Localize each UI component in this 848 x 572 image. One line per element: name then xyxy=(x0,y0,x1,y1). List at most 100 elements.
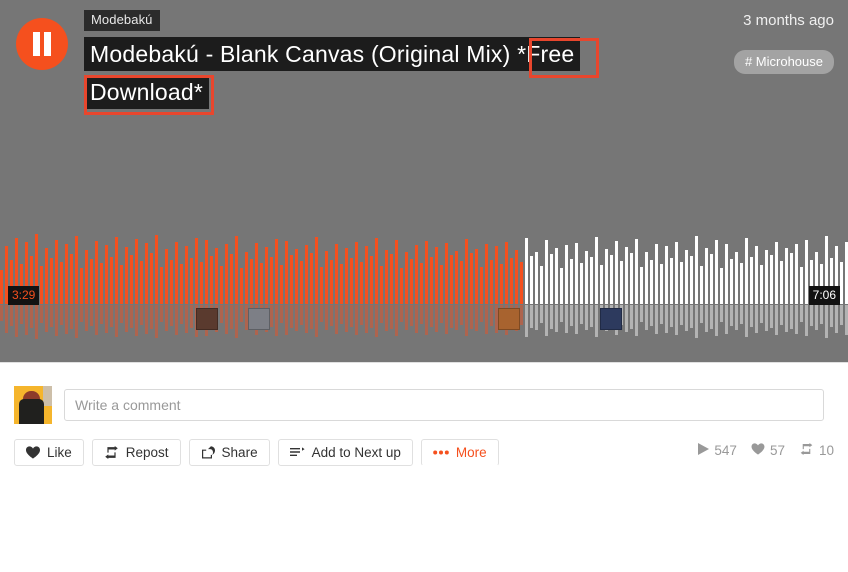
waveform-bar-reflection xyxy=(595,305,598,337)
waveform-bar xyxy=(155,235,158,304)
waveform-bar-reflection xyxy=(655,305,658,334)
waveform-bar xyxy=(240,268,243,304)
waveform-bar xyxy=(420,263,423,304)
waveform-bar xyxy=(615,241,618,304)
waveform-bar-reflection xyxy=(20,305,23,324)
waveform-bar-reflection xyxy=(450,305,453,328)
waveform-bar xyxy=(515,250,518,304)
waveform-comment-avatar[interactable] xyxy=(600,308,622,330)
waveform-bar-reflection xyxy=(695,305,698,338)
waveform-bar-reflection xyxy=(720,305,723,322)
waveform[interactable]: 3:29 7:06 xyxy=(0,228,848,340)
waveform-bar xyxy=(385,250,388,304)
waveform-bar xyxy=(235,236,238,304)
waveform-bar-reflection xyxy=(385,305,388,331)
waveform-bar xyxy=(270,257,273,304)
waveform-bar-reflection xyxy=(730,305,733,326)
waveform-bar-reflection xyxy=(225,305,228,334)
waveform-comment-avatar[interactable] xyxy=(248,308,270,330)
waveform-top xyxy=(0,228,848,304)
waveform-bar xyxy=(345,248,348,304)
waveform-bar-reflection xyxy=(435,305,438,332)
stat-value: 10 xyxy=(819,443,834,458)
waveform-bar-reflection xyxy=(105,305,108,333)
comment-input[interactable] xyxy=(64,389,824,421)
action-button-repost[interactable]: Repost xyxy=(92,439,181,466)
genre-tag[interactable]: # Microhouse xyxy=(734,50,834,74)
waveform-bar-reflection xyxy=(220,305,223,323)
waveform-bar-reflection xyxy=(745,305,748,337)
waveform-bar-reflection xyxy=(650,305,653,326)
action-button-add-to-next-up[interactable]: Add to Next up xyxy=(278,439,413,466)
action-button-like[interactable]: Like xyxy=(14,439,84,466)
waveform-bar xyxy=(750,257,753,304)
waveform-bar-reflection xyxy=(30,305,33,328)
waveform-bar xyxy=(520,262,523,304)
waveform-bar xyxy=(215,248,218,304)
artist-name-link[interactable]: Modebakú xyxy=(84,10,160,31)
waveform-bar xyxy=(550,254,553,304)
waveform-bar xyxy=(530,256,533,304)
waveform-bar-reflection xyxy=(35,305,38,339)
waveform-bar xyxy=(330,260,333,304)
waveform-bar xyxy=(325,251,328,304)
waveform-bar xyxy=(755,246,758,304)
waveform-bar xyxy=(60,262,63,304)
waveform-bar-reflection xyxy=(315,305,318,337)
waveform-bar-reflection xyxy=(375,305,378,337)
waveform-bar xyxy=(725,244,728,304)
waveform-bar-reflection xyxy=(445,305,448,334)
waveform-bar xyxy=(510,258,513,304)
waveform-bar xyxy=(160,267,163,304)
waveform-bar xyxy=(125,247,128,304)
waveform-bar-reflection xyxy=(280,305,283,323)
waveform-bar-reflection xyxy=(160,305,163,322)
waveform-bar-reflection xyxy=(555,305,558,332)
action-button-label: Share xyxy=(222,445,258,460)
waveform-bar xyxy=(245,252,248,304)
waveform-bar xyxy=(485,244,488,304)
waveform-bar-reflection xyxy=(85,305,88,331)
waveform-bar-reflection xyxy=(750,305,753,327)
waveform-bar xyxy=(540,266,543,304)
waveform-bar xyxy=(720,268,723,304)
waveform-bar-reflection xyxy=(460,305,463,325)
waveform-bar xyxy=(460,261,463,304)
waveform-bar xyxy=(430,257,433,304)
action-button-more[interactable]: More xyxy=(421,439,499,466)
stat-value: 547 xyxy=(714,443,737,458)
waveform-bar xyxy=(0,270,3,304)
waveform-bar-reflection xyxy=(570,305,573,326)
waveform-bar xyxy=(340,264,343,304)
waveform-bar-reflection xyxy=(190,305,193,328)
waveform-bar xyxy=(645,252,648,304)
waveform-bar-reflection xyxy=(155,305,158,338)
waveform-bar-reflection xyxy=(350,305,353,327)
track-meta: Modebakú Modebakú - Blank Canvas (Origin… xyxy=(84,10,614,111)
waveform-bar xyxy=(565,245,568,304)
waveform-comment-avatar[interactable] xyxy=(196,308,218,330)
waveform-bar-reflection xyxy=(535,305,538,330)
waveform-bar-reflection xyxy=(785,305,788,332)
waveform-bar xyxy=(745,238,748,304)
waveform-bar-reflection xyxy=(135,305,138,336)
waveform-bar xyxy=(110,257,113,304)
waveform-bar-reflection xyxy=(690,305,693,328)
waveform-bar-reflection xyxy=(345,305,348,332)
pause-button[interactable] xyxy=(16,18,68,70)
waveform-bar-reflection xyxy=(835,305,838,333)
action-button-share[interactable]: Share xyxy=(189,439,270,466)
waveform-bar-reflection xyxy=(590,305,593,327)
waveform-bar xyxy=(680,262,683,304)
waveform-bar-reflection xyxy=(15,305,18,337)
waveform-bar-reflection xyxy=(110,305,113,327)
waveform-bar-reflection xyxy=(625,305,628,332)
waveform-bar-reflection xyxy=(840,305,843,325)
waveform-bar-reflection xyxy=(40,305,43,323)
waveform-bar xyxy=(690,256,693,304)
avatar[interactable] xyxy=(14,386,52,424)
reposts-count-icon xyxy=(799,443,814,458)
waveform-bar xyxy=(715,240,718,304)
waveform-comment-avatar[interactable] xyxy=(498,308,520,330)
action-bar: Like Repost Share Add to Next up More xyxy=(14,439,499,466)
